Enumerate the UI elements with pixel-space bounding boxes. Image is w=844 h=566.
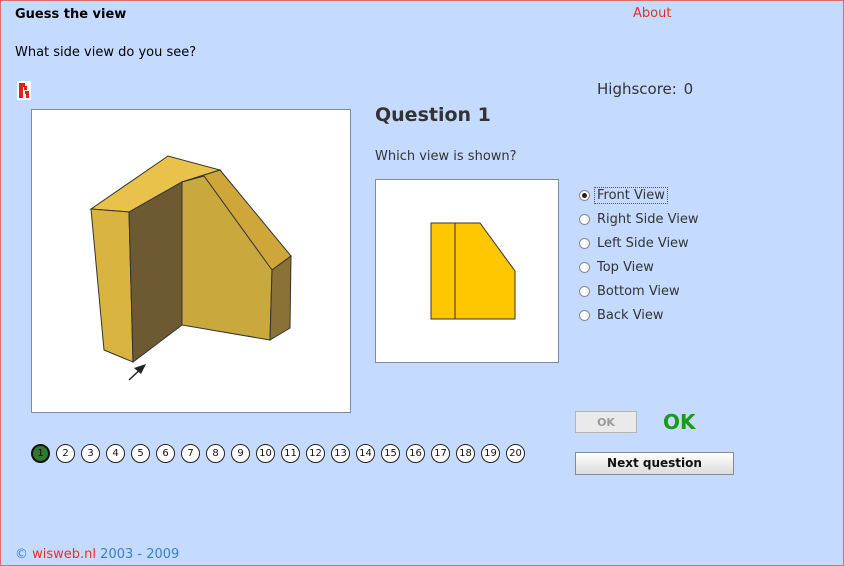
radio-button[interactable] <box>579 189 590 201</box>
question-number-13[interactable]: 13 <box>331 444 350 463</box>
highscore-label: Highscore: <box>597 80 677 98</box>
question-number-2[interactable]: 2 <box>56 444 75 463</box>
ok-button[interactable]: OK <box>575 411 637 433</box>
option-front-view[interactable]: Front View <box>579 183 701 207</box>
radio-button[interactable] <box>579 309 590 321</box>
about-link[interactable]: About <box>633 6 671 21</box>
question-number-3[interactable]: 3 <box>81 444 100 463</box>
instruction-text: What side view do you see? <box>15 45 197 60</box>
option-label: Front View <box>594 186 668 204</box>
question-number-14[interactable]: 14 <box>356 444 375 463</box>
question-number-19[interactable]: 19 <box>481 444 500 463</box>
question-number-20[interactable]: 20 <box>506 444 525 463</box>
highscore: Highscore: 0 <box>595 80 693 98</box>
radio-button[interactable] <box>579 213 590 225</box>
question-number-10[interactable]: 10 <box>256 444 275 463</box>
option-right-side-view[interactable]: Right Side View <box>579 207 701 231</box>
question-prompt: Which view is shown? <box>375 149 517 164</box>
copyright: © wisweb.nl 2003 - 2009 <box>15 547 179 562</box>
question-number-11[interactable]: 11 <box>281 444 300 463</box>
option-back-view[interactable]: Back View <box>579 303 701 327</box>
side-view-panel <box>375 179 559 363</box>
question-number-7[interactable]: 7 <box>181 444 200 463</box>
radio-button[interactable] <box>579 261 590 273</box>
option-top-view[interactable]: Top View <box>579 255 701 279</box>
question-pager: 1 2 3 4 5 6 7 8 9 10 11 12 13 14 15 16 17 18 19 20 <box>31 444 531 463</box>
question-number-6[interactable]: 6 <box>156 444 175 463</box>
app-title: Guess the view <box>15 7 127 22</box>
option-left-side-view[interactable]: Left Side View <box>579 231 701 255</box>
brand-link[interactable]: wisweb.nl <box>32 547 96 562</box>
option-label: Bottom View <box>597 283 680 299</box>
option-label: Back View <box>597 307 664 323</box>
question-number-16[interactable]: 16 <box>406 444 425 463</box>
option-label: Left Side View <box>597 235 689 251</box>
question-number-18[interactable]: 18 <box>456 444 475 463</box>
side-view-image <box>430 222 516 320</box>
copyright-symbol: © <box>15 547 28 562</box>
feedback-text: OK <box>663 410 696 434</box>
option-label: Right Side View <box>597 211 699 227</box>
question-number-17[interactable]: 17 <box>431 444 450 463</box>
question-title: Question 1 <box>375 104 491 126</box>
option-bottom-view[interactable]: Bottom View <box>579 279 701 303</box>
question-number-15[interactable]: 15 <box>381 444 400 463</box>
option-label: Top View <box>597 259 654 275</box>
view-options: Front View Right Side View Left Side Vie… <box>579 183 701 327</box>
isometric-object-image <box>89 155 292 381</box>
highscore-value: 0 <box>683 80 694 98</box>
copyright-years: 2003 - 2009 <box>100 547 180 562</box>
question-number-1[interactable]: 1 <box>31 444 50 463</box>
question-number-8[interactable]: 8 <box>206 444 225 463</box>
question-number-9[interactable]: 9 <box>231 444 250 463</box>
arrow-icon <box>128 364 146 381</box>
radio-button[interactable] <box>579 237 590 249</box>
next-question-button[interactable]: Next question <box>575 452 734 475</box>
question-number-12[interactable]: 12 <box>306 444 325 463</box>
app-frame: Guess the view About What side view do y… <box>0 0 844 566</box>
question-number-5[interactable]: 5 <box>131 444 150 463</box>
radio-button[interactable] <box>579 285 590 297</box>
question-number-4[interactable]: 4 <box>106 444 125 463</box>
isometric-view-panel <box>31 109 351 413</box>
logo-icon <box>17 81 31 100</box>
